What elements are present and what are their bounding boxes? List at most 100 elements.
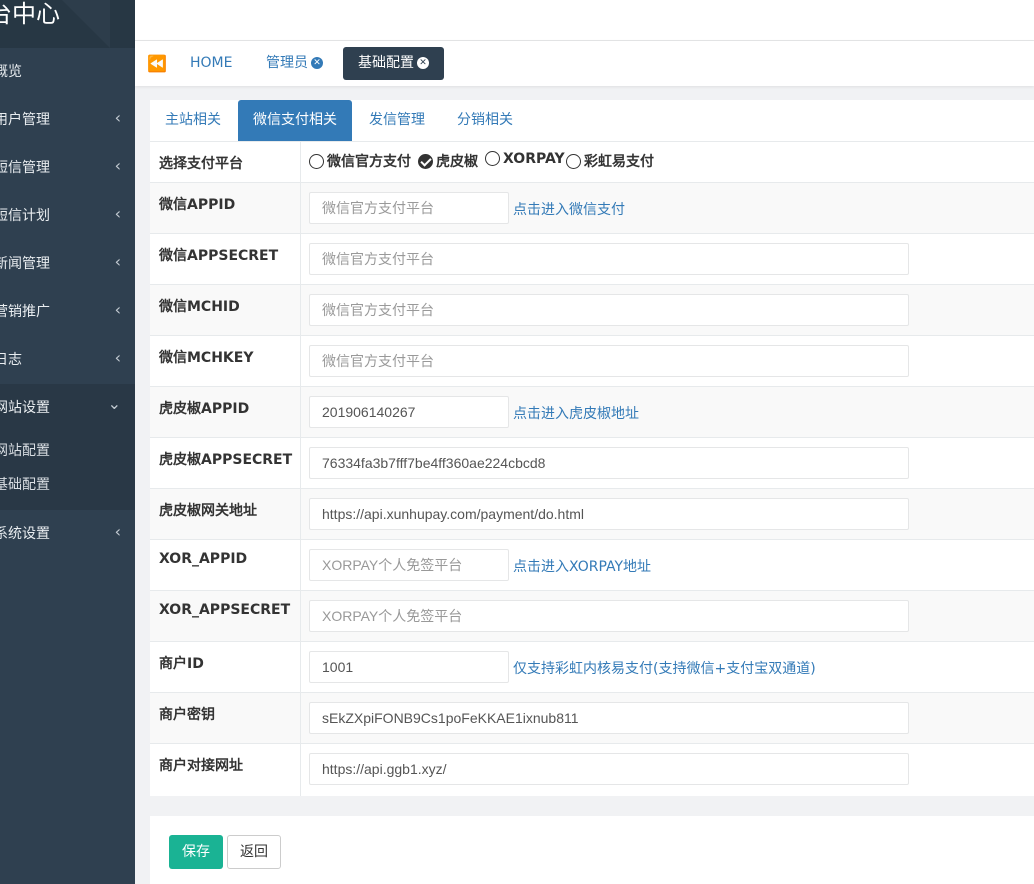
tab-label: 管理员 <box>266 55 308 71</box>
sidebar-item-overview[interactable]: 概览 <box>0 48 135 96</box>
xor-appsecret-input[interactable]: XORPAY个人免签平台 <box>309 600 909 632</box>
divider <box>300 438 301 489</box>
radio-circle-icon <box>566 154 581 169</box>
subtab-distribution[interactable]: 分销相关 <box>457 100 513 141</box>
sidebar-subitem-label: 网站配置 <box>0 443 50 459</box>
wechat-pay-link[interactable]: 点击进入微信支付 <box>513 199 625 219</box>
sidebar-item-label: 短信管理 <box>0 160 50 176</box>
chevron-left-icon: ‹ <box>114 522 121 541</box>
merchant-url-input[interactable]: https://api.ggb1.xyz/ <box>309 753 909 785</box>
tab-home[interactable]: HOME <box>190 41 232 86</box>
chevron-left-icon: ‹ <box>114 108 121 127</box>
sidebar-item-sms[interactable]: 短信管理 ‹ <box>0 144 135 192</box>
sidebar-item-label: 短信计划 <box>0 208 50 224</box>
tab-label: 基础配置 <box>358 55 414 71</box>
radio-caihong[interactable]: 彩虹易支付 <box>566 151 654 171</box>
chevron-left-icon: ‹ <box>114 156 121 175</box>
close-icon[interactable]: ✕ <box>311 57 323 69</box>
divider <box>300 234 301 285</box>
radio-circle-icon <box>309 154 324 169</box>
sidebar-subitem-basic-config[interactable]: 基础配置 <box>0 467 135 501</box>
sidebar-item-users[interactable]: 用户管理 ‹ <box>0 96 135 144</box>
hupijiao-gateway-input[interactable]: https://api.xunhupay.com/payment/do.html <box>309 498 909 530</box>
divider <box>300 642 301 693</box>
row-label: XOR_APPSECRET <box>159 602 291 618</box>
table-row: 虎皮椒网关地址 https://api.xunhupay.com/payment… <box>150 488 1034 540</box>
chevron-left-icon: ‹ <box>114 348 121 367</box>
page-tabs-bar: ⏪ HOME 管理员 ✕ 基础配置 ✕ <box>135 41 1034 86</box>
subtab-messaging[interactable]: 发信管理 <box>369 100 425 141</box>
tabs-scroll-left-icon[interactable]: ⏪ <box>147 41 167 86</box>
form-actions: 保存 返回 <box>150 816 1034 884</box>
wechat-appid-input[interactable]: 微信官方支付平台 <box>309 192 509 224</box>
back-button[interactable]: 返回 <box>227 835 281 869</box>
sidebar-item-label: 营销推广 <box>0 304 50 320</box>
sidebar: 台中心 概览 用户管理 ‹ 短信管理 ‹ 短信计划 ‹ 新闻管理 ‹ 营销推广 … <box>0 0 135 884</box>
table-row: 选择支付平台 微信官方支付 虎皮椒 XORPAY 彩虹易支付 <box>150 141 1034 183</box>
divider <box>300 591 301 642</box>
row-label: 商户对接网址 <box>159 758 243 774</box>
radio-label: 彩虹易支付 <box>584 154 654 170</box>
table-row: 虎皮椒APPSECRET 76334fa3b7fff7be4ff360ae224… <box>150 437 1034 489</box>
merchant-key-input[interactable]: sEkZXpiFONB9Cs1poFeKKAE1ixnub811 <box>309 702 909 734</box>
row-label: 微信APPID <box>159 197 236 213</box>
wechat-appsecret-input[interactable]: 微信官方支付平台 <box>309 243 909 275</box>
hupijiao-appid-input[interactable]: 201906140267 <box>309 396 509 428</box>
radio-xorpay[interactable]: XORPAY <box>485 151 565 167</box>
hupijiao-appsecret-input[interactable]: 76334fa3b7fff7be4ff360ae224cbcd8 <box>309 447 909 479</box>
row-label: 商户ID <box>159 656 204 672</box>
xor-appid-input[interactable]: XORPAY个人免签平台 <box>309 549 509 581</box>
wechat-mchkey-input[interactable]: 微信官方支付平台 <box>309 345 909 377</box>
sidebar-item-news[interactable]: 新闻管理 ‹ <box>0 240 135 288</box>
table-row: 商户ID 1001 仅支持彩虹内核易支付(支持微信+支付宝双通道) <box>150 641 1034 693</box>
save-button[interactable]: 保存 <box>169 835 223 869</box>
merchant-id-hint: 仅支持彩虹内核易支付(支持微信+支付宝双通道) <box>513 661 816 677</box>
app-title: 台中心 <box>0 0 60 28</box>
sidebar-subitem-site-config[interactable]: 网站配置 <box>0 433 135 467</box>
brand-shade <box>62 0 110 48</box>
divider <box>300 489 301 540</box>
close-icon[interactable]: ✕ <box>417 57 429 69</box>
tab-admin[interactable]: 管理员 ✕ <box>266 41 323 86</box>
row-label: 选择支付平台 <box>159 156 243 172</box>
divider <box>300 336 301 387</box>
radio-wechat-official[interactable]: 微信官方支付 <box>309 151 411 171</box>
row-label: 虎皮椒APPSECRET <box>159 452 293 468</box>
table-row: 虎皮椒APPID 201906140267 点击进入虎皮椒地址 <box>150 386 1034 438</box>
chevron-left-icon: ‹ <box>114 252 121 271</box>
brand-header: 台中心 <box>0 0 135 48</box>
xorpay-link[interactable]: 点击进入XORPAY地址 <box>513 556 651 576</box>
chevron-left-icon: ‹ <box>114 204 121 223</box>
table-row: XOR_APPID XORPAY个人免签平台 点击进入XORPAY地址 <box>150 539 1034 591</box>
divider <box>300 540 301 591</box>
radio-label: XORPAY <box>503 151 565 167</box>
sidebar-item-label: 日志 <box>0 352 22 368</box>
table-row: XOR_APPSECRET XORPAY个人免签平台 <box>150 590 1034 642</box>
table-row: 商户对接网址 https://api.ggb1.xyz/ <box>150 743 1034 796</box>
table-row: 微信APPID 微信官方支付平台 点击进入微信支付 <box>150 182 1034 234</box>
sidebar-item-marketing[interactable]: 营销推广 ‹ <box>0 288 135 336</box>
table-row: 微信MCHKEY 微信官方支付平台 <box>150 335 1034 387</box>
row-label: 微信MCHKEY <box>159 350 254 366</box>
wechat-mchid-input[interactable]: 微信官方支付平台 <box>309 294 909 326</box>
subtab-wechat-pay[interactable]: 微信支付相关 <box>238 100 352 141</box>
sidebar-item-logs[interactable]: 日志 ‹ <box>0 336 135 384</box>
row-label: 虎皮椒APPID <box>159 401 250 417</box>
divider <box>300 183 301 234</box>
divider <box>300 142 301 183</box>
tab-basic-config[interactable]: 基础配置 ✕ <box>343 47 444 80</box>
radio-hupijiao[interactable]: 虎皮椒 <box>418 151 478 171</box>
divider <box>300 387 301 438</box>
table-row: 微信MCHID 微信官方支付平台 <box>150 284 1034 336</box>
merchant-id-input[interactable]: 1001 <box>309 651 509 683</box>
sidebar-item-sms-plan[interactable]: 短信计划 ‹ <box>0 192 135 240</box>
sidebar-item-system-settings[interactable]: 系统设置 ‹ <box>0 510 135 558</box>
sidebar-item-label: 新闻管理 <box>0 256 50 272</box>
table-row: 商户密钥 sEkZXpiFONB9Cs1poFeKKAE1ixnub811 <box>150 692 1034 744</box>
row-label: 微信MCHID <box>159 299 240 315</box>
hupijiao-link[interactable]: 点击进入虎皮椒地址 <box>513 403 639 423</box>
sidebar-subitem-label: 基础配置 <box>0 477 50 493</box>
divider <box>300 285 301 336</box>
subtab-main-site[interactable]: 主站相关 <box>165 100 221 141</box>
sidebar-item-label: 用户管理 <box>0 112 50 128</box>
